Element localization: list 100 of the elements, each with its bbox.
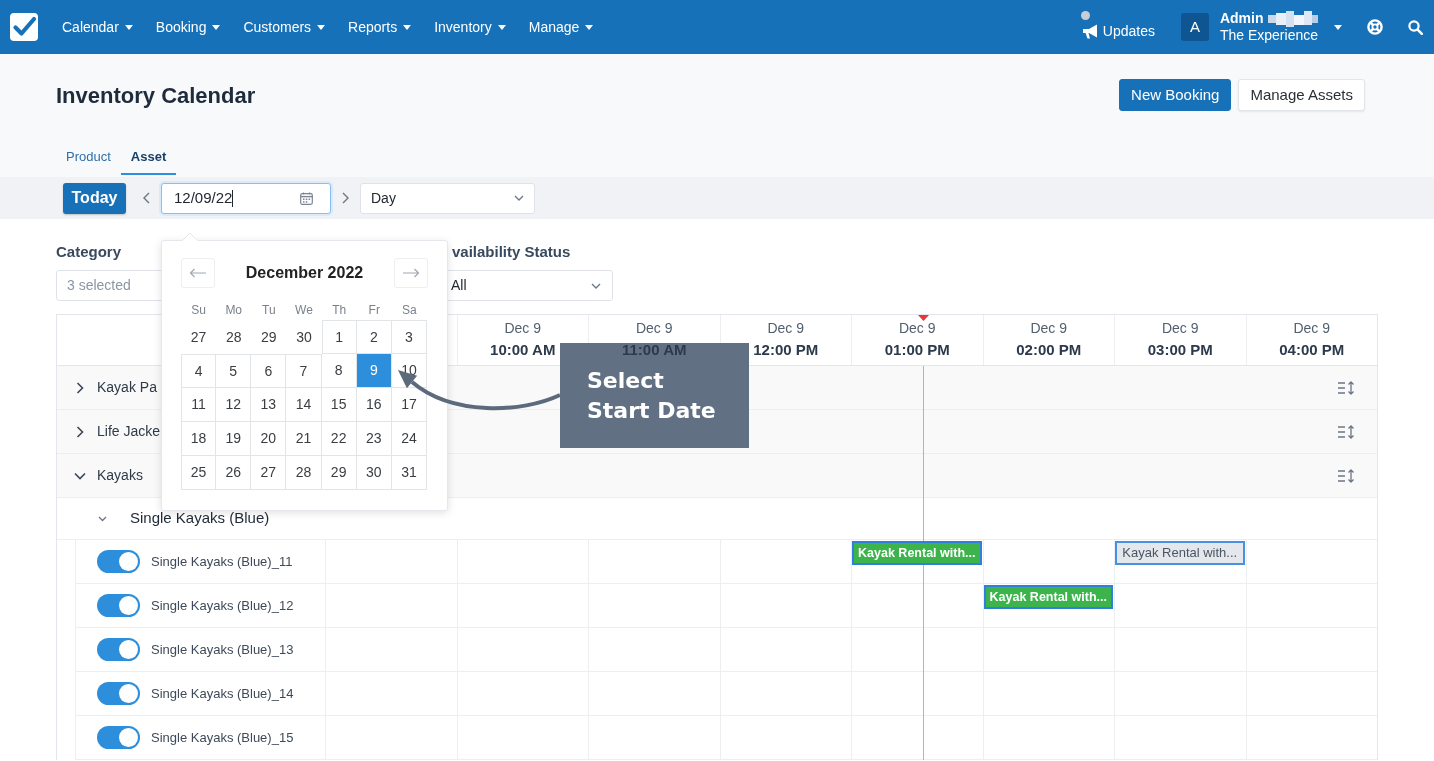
user-name: Admin	[1219, 10, 1264, 27]
date-input[interactable]: 12/09/22	[161, 182, 331, 214]
nav-menu-item[interactable]: Manage	[528, 12, 594, 42]
column-date: Dec 9	[1293, 320, 1331, 336]
tab[interactable]: Product	[56, 140, 121, 175]
nav-menu-item[interactable]: Customers	[243, 12, 326, 42]
chevron-right-icon[interactable]	[342, 192, 349, 204]
column-date: Dec 9	[635, 320, 673, 336]
calendar-day[interactable]: 16	[356, 388, 392, 422]
column-date: Dec 9	[898, 320, 936, 336]
organization-name: The Experience	[1219, 27, 1318, 44]
lifebuoy-icon[interactable]	[1367, 19, 1383, 35]
search-icon[interactable]	[1408, 19, 1423, 35]
caret-down-icon	[585, 24, 594, 30]
calendar-day[interactable]: 18	[181, 422, 217, 456]
timeline-slot[interactable]	[719, 540, 851, 584]
group-label: Kayak Pa	[97, 378, 157, 397]
calendar-day[interactable]: 11	[181, 388, 217, 422]
toggle-switch[interactable]	[97, 550, 140, 573]
timeline-slot[interactable]	[982, 540, 1114, 584]
toggle-switch[interactable]	[97, 594, 140, 617]
toggle-switch[interactable]	[97, 682, 140, 705]
tab[interactable]: Asset	[120, 140, 177, 175]
timeline-slot[interactable]	[1245, 628, 1377, 672]
calendar-day[interactable]: 6	[251, 354, 287, 388]
subgroup-label: Single Kayaks (Blue)	[130, 508, 270, 529]
toggle-switch[interactable]	[97, 726, 140, 749]
calendar-day[interactable]: 26	[216, 456, 252, 490]
calendar-day[interactable]: 27	[251, 456, 287, 490]
asset-name: Single Kayaks (Blue)_11	[151, 552, 293, 571]
calendar-day[interactable]: 5	[216, 354, 252, 388]
calendar-day[interactable]: 24	[391, 422, 427, 456]
calendar-day[interactable]: 8	[321, 354, 357, 388]
calendar-day[interactable]: 29	[251, 320, 287, 354]
calendar-day[interactable]: 19	[216, 422, 252, 456]
booking-bar[interactable]: Kayak Rental with...	[1115, 541, 1245, 565]
new-booking-button[interactable]: New Booking	[1119, 79, 1232, 111]
calendar-day[interactable]: 12	[216, 388, 252, 422]
caret-down-icon	[317, 24, 326, 30]
calendar-day[interactable]: 1	[321, 320, 357, 354]
logo-checkbox-icon[interactable]	[10, 13, 38, 41]
timeline-slot[interactable]: Kayak Rental with...	[1114, 540, 1246, 584]
calendar-day[interactable]: 13	[251, 388, 287, 422]
chevron-right-icon[interactable]	[76, 425, 84, 438]
weekday-label: Th	[332, 302, 347, 319]
calendar-day[interactable]: 15	[321, 388, 357, 422]
calendar-day[interactable]: 31	[391, 456, 427, 490]
calendar-day[interactable]: 27	[181, 320, 217, 354]
chevron-right-icon[interactable]	[76, 381, 84, 394]
nav-menu-item[interactable]: Inventory	[434, 12, 506, 42]
chevron-down-icon[interactable]	[98, 515, 107, 522]
calendar-day[interactable]: 22	[321, 422, 357, 456]
sort-lines-icon[interactable]	[1338, 468, 1354, 483]
calendar-day[interactable]: 20	[251, 422, 287, 456]
manage-assets-button[interactable]: Manage Assets	[1238, 79, 1365, 111]
calendar-day[interactable]: 21	[286, 422, 322, 456]
updates-button[interactable]: Updates	[1081, 10, 1155, 44]
caret-down-icon[interactable]	[1334, 24, 1342, 30]
calendar-day[interactable]: 30	[356, 456, 392, 490]
nav-menu-item[interactable]: Calendar	[62, 12, 133, 42]
calendar-day[interactable]: 3	[391, 320, 427, 354]
user-avatar[interactable]: A	[1180, 13, 1209, 41]
view-select[interactable]: Day	[360, 182, 535, 214]
calendar-day[interactable]: 7	[286, 354, 322, 388]
column-time: 10:00 AM	[490, 341, 556, 358]
timeline-slot[interactable]	[1245, 716, 1377, 760]
chevron-left-icon[interactable]	[143, 192, 150, 204]
nav-menu-item[interactable]: Booking	[155, 12, 221, 42]
column-time: 11:00 AM	[622, 341, 687, 358]
group-label: Life Jacke	[97, 422, 161, 441]
column-time: 04:00 PM	[1279, 341, 1345, 358]
sort-lines-icon[interactable]	[1338, 424, 1354, 439]
calendar-day[interactable]: 28	[286, 456, 322, 490]
weekday-label: Fr	[368, 302, 380, 319]
pixelated-redaction-drawing	[1267, 10, 1318, 27]
timeline-slot[interactable]	[1245, 584, 1377, 628]
month-title: December 2022	[245, 263, 364, 283]
calendar-day[interactable]: 29	[321, 456, 357, 490]
calendar-day[interactable]: 30	[286, 320, 322, 354]
column-time: 02:00 PM	[1016, 341, 1082, 358]
column-date: Dec 9	[1161, 320, 1199, 336]
column-time: 12:00 PM	[753, 341, 819, 358]
calendar-day[interactable]: 14	[286, 388, 322, 422]
timeline-slot[interactable]	[1245, 540, 1377, 584]
calendar-day[interactable]: 25	[181, 456, 217, 490]
previous-month-button[interactable]	[181, 258, 215, 288]
sort-lines-icon[interactable]	[1338, 380, 1354, 395]
calendar-day[interactable]: 23	[356, 422, 392, 456]
nav-menu-item[interactable]: Reports	[348, 12, 412, 42]
next-month-button[interactable]	[394, 258, 428, 288]
today-button[interactable]: Today	[63, 182, 126, 214]
calendar-day[interactable]: 4	[181, 354, 217, 388]
chevron-down-icon[interactable]	[74, 471, 86, 480]
timeline-slot[interactable]	[1114, 584, 1246, 628]
current-time-marker-icon	[918, 315, 929, 321]
asset-name: Single Kayaks (Blue)_15	[151, 728, 294, 747]
timeline-slot[interactable]	[1245, 672, 1377, 716]
toggle-switch[interactable]	[97, 638, 140, 661]
calendar-day[interactable]: 28	[216, 320, 252, 354]
chevron-down-icon	[591, 282, 601, 289]
